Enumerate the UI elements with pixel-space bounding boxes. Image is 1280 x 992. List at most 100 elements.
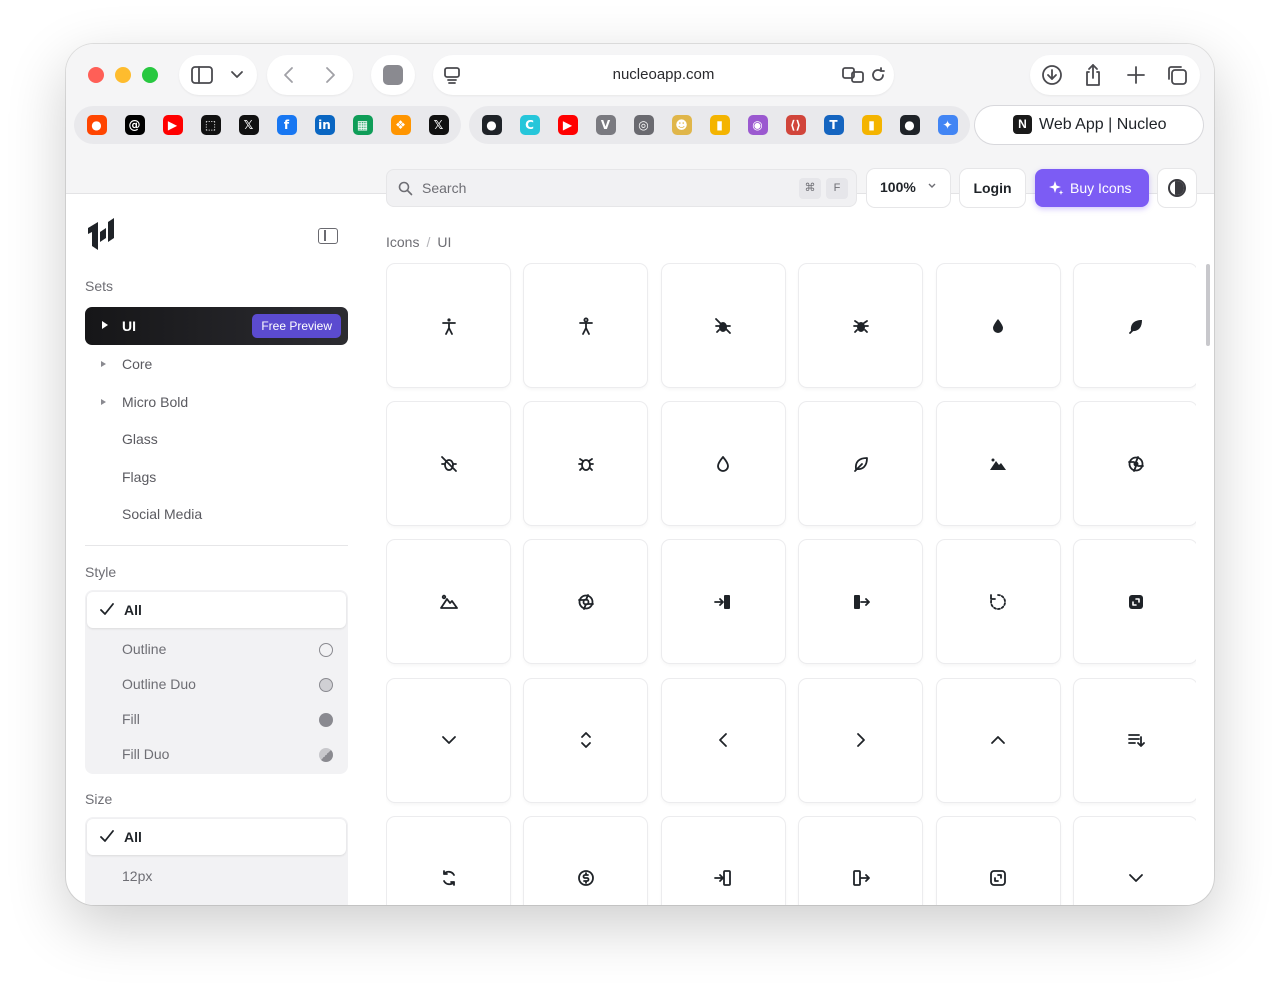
size-option-12px[interactable]: 12px <box>122 868 152 884</box>
style-option-outline[interactable]: Outline <box>122 641 166 657</box>
icon-card[interactable] <box>1074 816 1196 905</box>
icon-card[interactable] <box>661 264 785 387</box>
code-icon[interactable]: ⟨⟩ <box>777 106 814 144</box>
url-text[interactable]: nucleoapp.com <box>433 66 894 83</box>
icon-card[interactable] <box>524 678 648 802</box>
icon-card[interactable] <box>524 402 648 526</box>
icon-card[interactable] <box>661 540 785 664</box>
style-option-fill-duo[interactable]: Fill Duo <box>122 746 169 762</box>
icon-card[interactable] <box>524 540 648 664</box>
github-icon-2[interactable]: ● <box>891 106 928 144</box>
minimize-window-button[interactable] <box>115 67 131 83</box>
icon-card[interactable] <box>1074 402 1196 526</box>
icon-card[interactable] <box>1074 678 1196 802</box>
icon-card[interactable] <box>661 678 785 802</box>
app-orange-icon-glyph: ❖ <box>390 115 411 135</box>
translate-icon[interactable] <box>842 66 864 84</box>
forward-icon[interactable] <box>323 66 337 84</box>
search-input[interactable]: Search ⌘ F <box>386 169 857 207</box>
icon-card[interactable] <box>936 402 1060 526</box>
extension-button[interactable] <box>371 55 415 95</box>
analytics-icon[interactable]: ▮ <box>701 106 738 144</box>
youtube-icon[interactable]: ▶ <box>154 106 191 144</box>
app-orange-icon[interactable]: ❖ <box>382 106 419 144</box>
caret-right-icon[interactable] <box>101 361 106 367</box>
facebook-icon[interactable]: f <box>268 106 305 144</box>
linkedin-icon[interactable]: in <box>306 106 343 144</box>
breadcrumb-separator: / <box>426 234 431 250</box>
icon-card[interactable] <box>936 816 1060 905</box>
icon-card[interactable] <box>1074 540 1196 664</box>
sort-list-icon <box>1127 734 1145 747</box>
back-icon[interactable] <box>282 66 296 84</box>
icon-card[interactable] <box>661 402 785 526</box>
theme-toggle-button[interactable] <box>1158 169 1196 207</box>
icon-card[interactable] <box>936 540 1060 664</box>
icon-card[interactable] <box>936 678 1060 802</box>
chevron-down-icon[interactable] <box>230 68 244 82</box>
icon-card[interactable] <box>387 816 510 905</box>
icon-card[interactable] <box>524 264 648 387</box>
style-option-fill[interactable]: Fill <box>122 711 140 727</box>
set-item-glass[interactable]: Glass <box>122 431 158 447</box>
threads-icon[interactable]: @ <box>116 106 153 144</box>
size-option-18px[interactable]: 18px <box>122 903 152 905</box>
capcut-icon[interactable]: ⬚ <box>192 106 229 144</box>
browser-sidebar-icon[interactable] <box>191 65 213 85</box>
zoom-select[interactable]: 100% <box>867 169 950 207</box>
icon-card[interactable] <box>799 540 923 664</box>
icon-card[interactable] <box>387 264 510 387</box>
icon-card[interactable] <box>1074 264 1196 387</box>
tab-overview-icon[interactable] <box>1166 64 1188 86</box>
new-tab-icon[interactable] <box>1126 65 1146 85</box>
compass-icon[interactable]: ◎ <box>625 106 662 144</box>
icon-card[interactable] <box>799 678 923 802</box>
github-icon[interactable]: ● <box>473 106 510 144</box>
login-button[interactable]: Login <box>960 169 1025 207</box>
collapse-sidebar-icon[interactable] <box>318 228 338 244</box>
face-app-icon[interactable]: ☻ <box>663 106 700 144</box>
active-tab[interactable]: N Web App | Nucleo <box>975 106 1203 144</box>
reload-icon[interactable] <box>870 67 886 83</box>
sheets-icon[interactable]: ▦ <box>344 106 381 144</box>
set-item-flags[interactable]: Flags <box>122 469 156 485</box>
close-window-button[interactable] <box>88 67 104 83</box>
podcasts-icon[interactable]: ◉ <box>739 106 776 144</box>
x-icon-2[interactable]: 𝕏 <box>420 106 457 144</box>
nucleo-logo-icon[interactable] <box>86 218 118 259</box>
youtube-icon-2[interactable]: ▶ <box>549 106 586 144</box>
t-app-icon[interactable]: T <box>815 106 852 144</box>
icon-card[interactable] <box>387 540 510 664</box>
share-icon[interactable] <box>1083 63 1103 87</box>
caret-right-icon[interactable] <box>101 399 106 405</box>
download-icon[interactable] <box>1041 64 1063 86</box>
style-option-all[interactable]: All <box>87 592 346 628</box>
set-item-social-media[interactable]: Social Media <box>122 506 202 522</box>
icon-card[interactable] <box>799 816 923 905</box>
breadcrumb-icons[interactable]: Icons <box>386 234 419 250</box>
analytics-icon-2[interactable]: ▮ <box>853 106 890 144</box>
x-icon[interactable]: 𝕏 <box>230 106 267 144</box>
gemini-icon[interactable]: ✦ <box>929 106 966 144</box>
icon-card[interactable] <box>524 816 648 905</box>
reddit-icon[interactable]: ● <box>78 106 115 144</box>
style-option-outline-duo[interactable]: Outline Duo <box>122 676 196 692</box>
icon-card[interactable] <box>387 402 510 526</box>
size-all-label: All <box>124 829 142 845</box>
size-option-all[interactable]: All <box>87 819 346 855</box>
c-app-icon[interactable]: C <box>511 106 548 144</box>
icon-card[interactable] <box>661 816 785 905</box>
v-app-icon[interactable]: V <box>587 106 624 144</box>
icon-card[interactable] <box>936 264 1060 387</box>
set-item-ui[interactable]: UI Free Preview <box>85 307 348 345</box>
set-item-micro-bold[interactable]: Micro Bold <box>122 394 188 410</box>
zoom-window-button[interactable] <box>142 67 158 83</box>
buy-icons-button[interactable]: Buy Icons <box>1035 169 1149 207</box>
threads-icon-glyph: @ <box>124 115 145 135</box>
scrollbar[interactable] <box>1206 264 1210 346</box>
icon-card[interactable] <box>387 678 510 802</box>
icon-card[interactable] <box>799 264 923 387</box>
address-bar[interactable]: nucleoapp.com <box>433 55 894 95</box>
icon-card[interactable] <box>799 402 923 526</box>
set-item-core[interactable]: Core <box>122 356 152 372</box>
